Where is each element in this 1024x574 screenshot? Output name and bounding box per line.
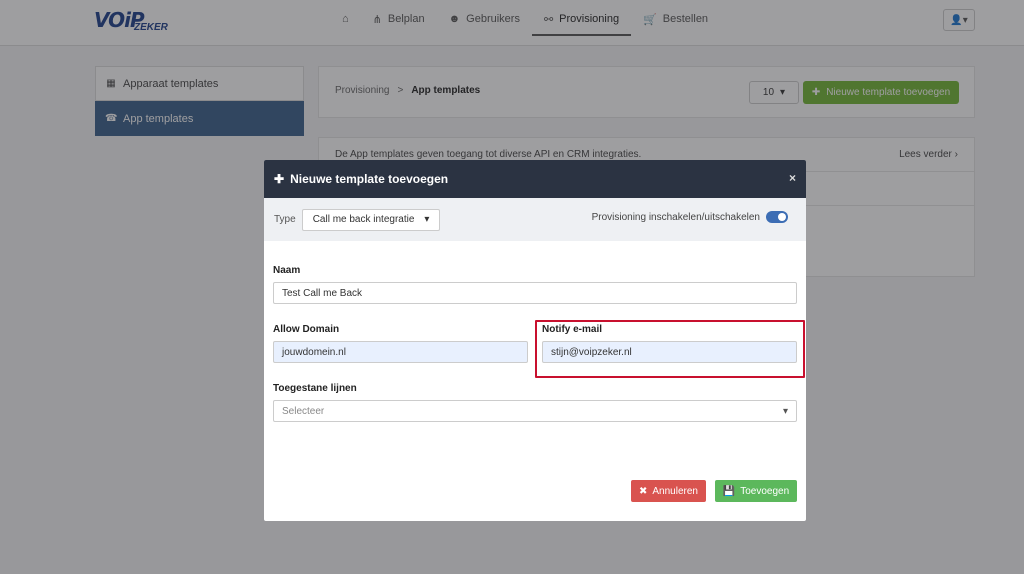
type-select-value: Call me back integratie [312,214,415,225]
plus-icon: ✚ [274,172,285,186]
type-select[interactable]: Call me back integratie ▾ [301,208,441,231]
close-icon: ✖ [639,485,648,497]
new-template-modal: ✚ Nieuwe template toevoegen × Type Call … [264,160,806,521]
allow-domain-label: Allow Domain [273,324,340,335]
allow-domain-input[interactable]: jouwdomein.nl [273,341,528,363]
submit-label: Toevoegen [740,485,790,497]
allow-domain-value: jouwdomein.nl [282,346,346,358]
notify-email-value: stijn@voipzeker.nl [551,346,632,358]
toggle-label: Provisioning inschakelen/uitschakelen [591,211,760,223]
provisioning-toggle[interactable] [766,211,788,223]
submit-button[interactable]: 💾 Toevoegen [715,480,797,502]
toegestane-lijnen-label: Toegestane lijnen [273,383,357,394]
type-label: Type [274,214,296,225]
provisioning-toggle-group: Provisioning inschakelen/uitschakelen [592,211,788,223]
notify-email-input[interactable]: stijn@voipzeker.nl [542,341,797,363]
lijnen-placeholder: Selecteer [282,405,325,417]
cancel-label: Annuleren [652,485,698,497]
modal-type-bar: Type Call me back integratie ▾ Provision… [264,198,806,241]
chevron-down-icon: ▾ [782,405,788,417]
cancel-button[interactable]: ✖ Annuleren [631,480,706,502]
chevron-down-icon: ▾ [424,214,430,225]
save-icon: 💾 [722,485,736,497]
notify-email-label: Notify e-mail [542,324,603,335]
naam-input[interactable]: Test Call me Back [273,282,797,304]
modal-title: Nieuwe template toevoegen [290,172,449,186]
close-icon[interactable]: × [789,171,796,185]
naam-value: Test Call me Back [282,287,363,299]
naam-label: Naam [273,265,301,276]
modal-header: ✚ Nieuwe template toevoegen × [264,160,806,198]
toegestane-lijnen-select[interactable]: Selecteer ▾ [273,400,797,422]
